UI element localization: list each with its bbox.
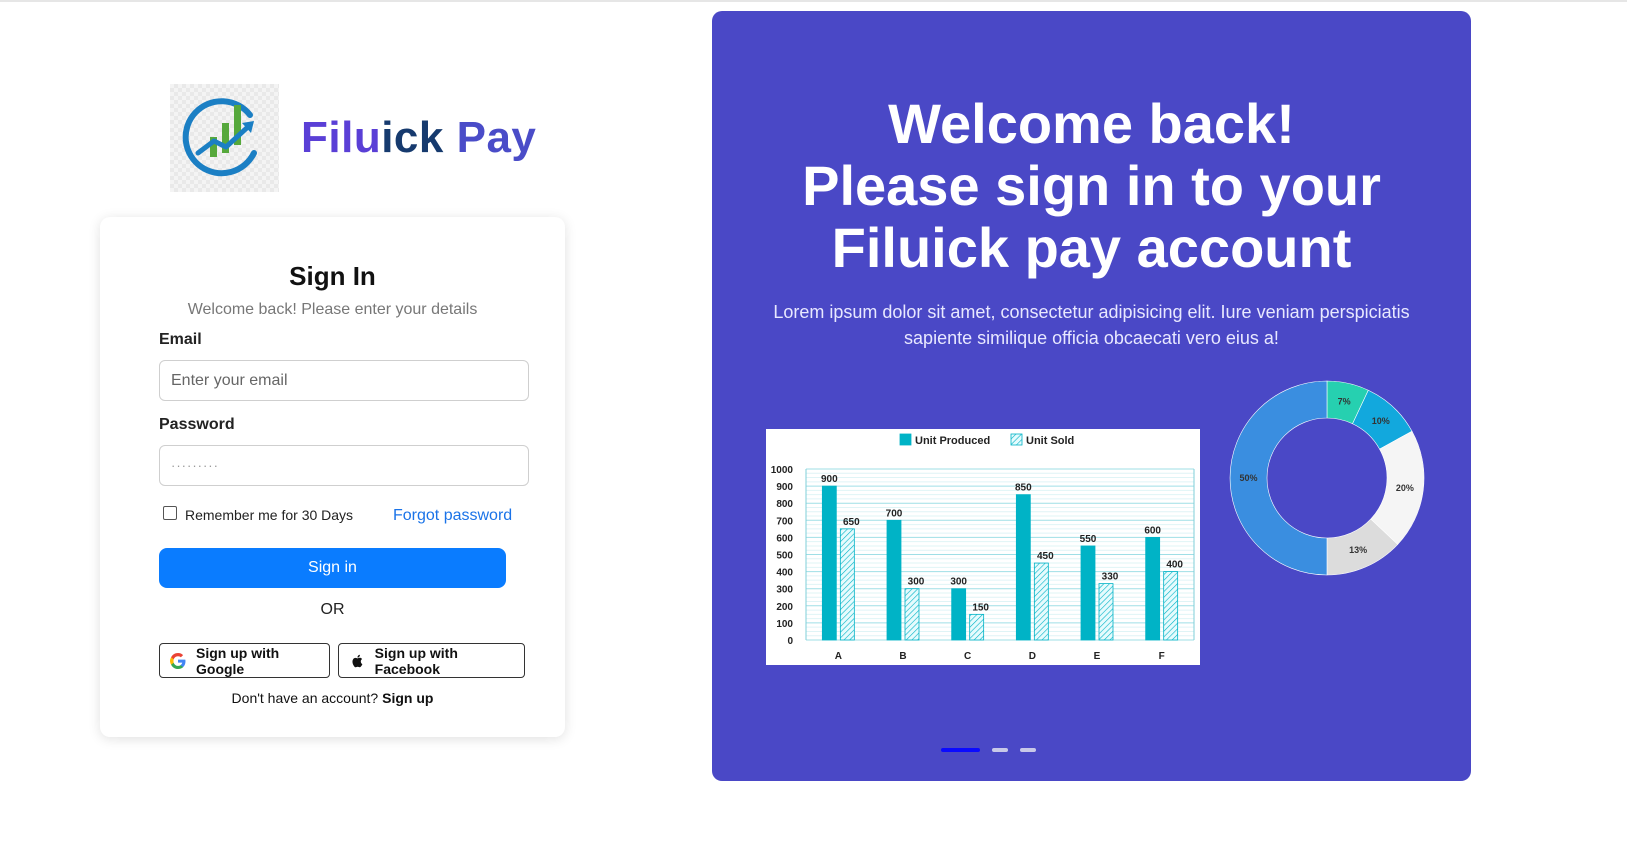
bar-value-label: 600 [1144,525,1161,536]
bar [1145,537,1161,641]
x-tick-label: D [1029,651,1036,662]
donut-chart: 7% 10% 20% 13% 50% [1229,380,1425,576]
email-label: Email [159,331,202,348]
signin-title: Sign In [289,261,376,291]
promo-heading: Welcome back! Please sign in to your Fil… [712,93,1471,279]
bar-chart-card: 0 100 200 300 400 500 600 700 800 900 1000 Unit Pro… [766,429,1200,665]
top-border [0,0,1627,2]
bar-value-label: 900 [821,474,838,485]
y-tick-label: 300 [776,585,793,596]
bar-value-label: 650 [843,517,860,528]
growth-chart-logo-icon [170,84,279,192]
bar-value-label: 400 [1166,560,1183,571]
bar-value-label: 450 [1037,551,1054,562]
email-field[interactable] [159,360,529,401]
promo-panel: Welcome back! Please sign in to your Fil… [712,11,1471,781]
bar [1098,583,1114,641]
bar-value-label: 300 [950,577,967,588]
promo-heading-line3: Filuick pay account [831,216,1352,279]
bar [821,485,837,641]
remember-me[interactable]: Remember me for 30 Days [163,506,354,523]
forgot-password-link[interactable]: Forgot password [393,507,512,525]
bar [1080,545,1096,641]
carousel-dot[interactable] [1020,748,1036,752]
y-tick-label: 500 [776,551,793,562]
bar-chart: 0 100 200 300 400 500 600 700 800 900 1000 Unit Pro… [771,433,1195,662]
legend-swatch [1010,433,1023,446]
bar-value-label: 300 [908,577,925,588]
y-tick-label: 100 [776,619,793,630]
x-tick-label: F [1159,651,1165,662]
bar-value-label: 700 [886,508,903,519]
bar [1015,494,1031,641]
legend-swatch [899,433,912,446]
bar-value-label: 150 [972,602,989,613]
google-icon [170,652,186,669]
donut-slice-label: 7% [1338,396,1351,406]
bar [1033,562,1049,641]
apple-icon [349,653,365,669]
promo-description: Lorem ipsum dolor sit amet, consectetur … [773,302,1410,348]
y-tick-label: 800 [776,499,793,510]
bar-value-label: 330 [1102,572,1119,583]
google-signup-button[interactable]: Sign up with Google [159,643,330,678]
y-tick-label: 900 [776,482,793,493]
carousel-dot[interactable] [941,748,980,752]
y-tick-label: 400 [776,568,793,579]
signup-prompt: Don't have an account? Sign up [100,690,565,706]
y-tick-label: 200 [776,602,793,613]
y-tick-label: 1000 [771,465,794,476]
donut-slice-label: 20% [1396,483,1414,493]
x-tick-label: B [899,651,906,662]
signin-subtitle: Welcome back! Please enter your details [187,301,478,318]
bar [886,519,902,641]
x-tick-label: A [835,651,842,662]
y-tick-label: 700 [776,516,793,527]
x-tick-label: E [1094,651,1101,662]
signin-button[interactable]: Sign in [159,548,506,588]
bar-value-label: 550 [1080,534,1097,545]
password-label: Password [159,416,235,433]
legend-label: Unit Sold [1026,435,1074,447]
bar [969,613,985,641]
promo-heading-line1: Welcome back! [888,92,1295,155]
remember-label: Remember me for 30 Days [185,507,354,523]
password-field[interactable] [159,445,529,486]
donut-slice-label: 10% [1372,416,1390,426]
carousel-indicators [941,748,1048,752]
y-tick-label: 600 [776,533,793,544]
donut-slice-label: 50% [1239,473,1257,483]
or-divider: OR [320,601,345,618]
carousel-dot[interactable] [992,748,1008,752]
brand-header: Filuick Pay [170,84,536,192]
y-tick-label: 0 [787,636,793,647]
no-account-text: Don't have an account? [231,690,379,706]
donut-slice-label: 13% [1349,545,1367,555]
legend-label: Unit Produced [915,435,990,447]
signin-card: Sign In Welcome back! Please enter your … [100,217,565,737]
facebook-signup-label: Sign up with Facebook [374,644,458,677]
remember-checkbox[interactable] [163,506,177,520]
brand-name: Filuick Pay [301,113,537,162]
bar [839,528,855,641]
bar-value-label: 850 [1015,483,1032,494]
bar [904,588,920,641]
bar [951,588,967,641]
google-signup-label: Sign up with Google [196,644,280,677]
promo-heading-line2: Please sign in to your [802,154,1381,217]
facebook-signup-button[interactable]: Sign up with Facebook [338,643,525,678]
bar [1163,571,1179,641]
signup-link[interactable]: Sign up [382,690,433,706]
x-tick-label: C [964,651,971,662]
